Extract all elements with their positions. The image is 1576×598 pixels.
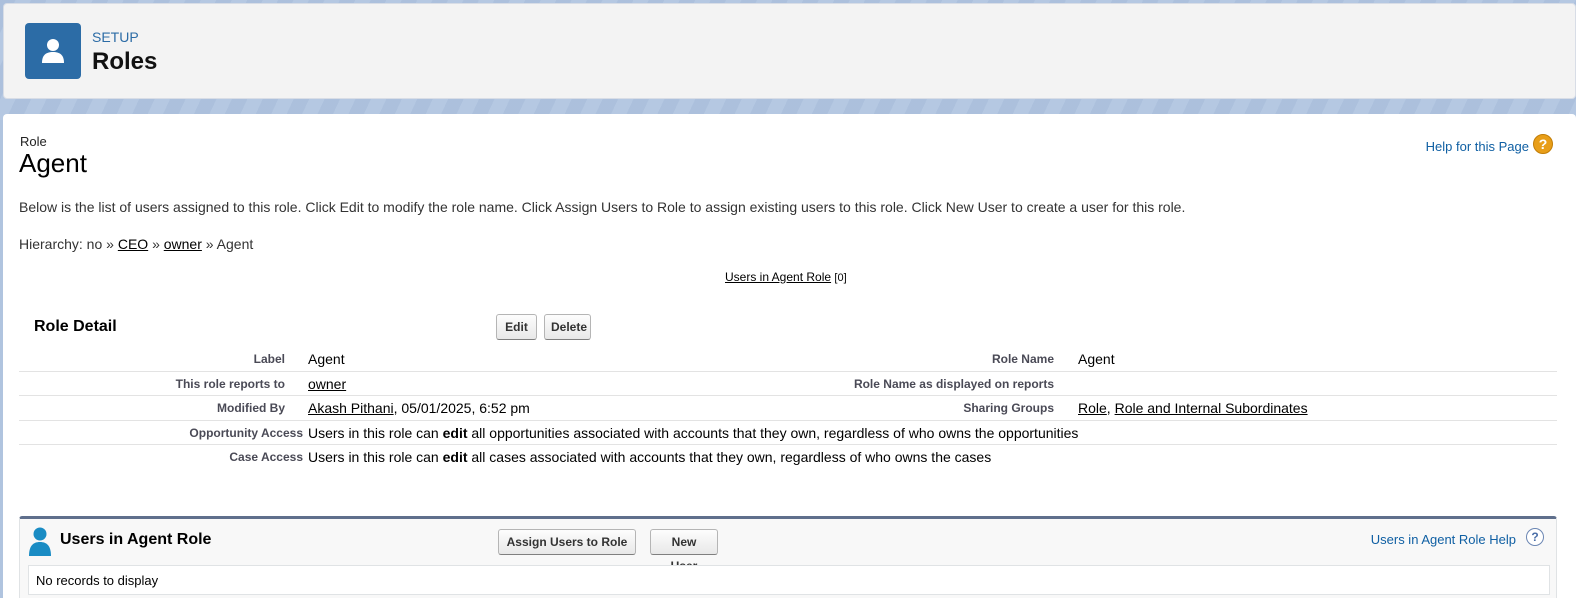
value-emphasis: edit (442, 424, 468, 441)
person-icon (29, 527, 51, 556)
setup-eyebrow[interactable]: SETUP (92, 29, 139, 45)
empty-state: No records to display (28, 565, 1550, 595)
reports-to-link[interactable]: owner (308, 376, 346, 392)
help-icon[interactable]: ? (1533, 134, 1553, 154)
field-label: This role reports to (175, 376, 285, 391)
hierarchy-prefix: Hierarchy: no » (19, 236, 114, 252)
related-list-help-link[interactable]: Users in Agent Role Help (1371, 532, 1516, 547)
field-value: Users in this role can edit all opportun… (308, 425, 1078, 441)
detail-row: This role reports to owner Role Name as … (19, 372, 1557, 396)
user-icon (25, 23, 81, 79)
detail-row: Opportunity Access Users in this role ca… (19, 421, 1557, 445)
value-text: all cases associated with accounts that … (471, 449, 992, 465)
value-emphasis: edit (442, 449, 468, 465)
value-text: Users in this role can (308, 449, 439, 465)
field-label: Role Name as displayed on reports (853, 376, 1054, 391)
detail-row: Label Agent Role Name Agent (19, 347, 1557, 372)
field-label: Opportunity Access (189, 425, 303, 440)
hierarchy-current: » Agent (205, 236, 254, 252)
help-for-page-link[interactable]: Help for this Page (1426, 139, 1529, 154)
field-value: owner (308, 376, 346, 392)
field-label: Case Access (229, 450, 303, 464)
field-value: Agent (1078, 351, 1115, 367)
related-list-links: Users in Agent Role [0] (725, 270, 847, 284)
section-title: Role Detail (34, 318, 117, 335)
value-text: Users in this role can (308, 424, 439, 441)
main-panel: Role Agent Help for this Page ? Below is… (3, 114, 1576, 598)
field-label: Label (253, 352, 285, 366)
delete-button[interactable]: Delete (544, 314, 591, 340)
modified-by-link[interactable]: Akash Pithani (308, 400, 394, 416)
field-value: Akash Pithani, 05/01/2025, 6:52 pm (308, 400, 530, 416)
related-list-title: Users in Agent Role (60, 531, 212, 548)
entity-name: Agent (19, 148, 87, 178)
setup-header: SETUP Roles (3, 3, 1576, 99)
entity-type: Role (20, 134, 47, 149)
value-text: all opportunities associated with accoun… (471, 424, 1079, 441)
modified-date: , 05/01/2025, 6:52 pm (393, 400, 530, 416)
field-value: Users in this role can edit all cases as… (308, 449, 991, 465)
field-value: Agent (308, 351, 345, 367)
field-label: Sharing Groups (963, 401, 1054, 415)
detail-row: Case Access Users in this role can edit … (19, 445, 1557, 470)
new-user-button[interactable]: New User (650, 529, 718, 573)
sharing-group-subordinates-link[interactable]: Role and Internal Subordinates (1115, 400, 1308, 416)
edit-button[interactable]: Edit (496, 314, 537, 340)
hierarchy-link-owner[interactable]: owner (164, 236, 202, 252)
related-count: [0] (834, 272, 847, 284)
users-in-role-link[interactable]: Users in Agent Role (725, 270, 831, 284)
hierarchy-separator: » (152, 236, 160, 252)
breadcrumb: Hierarchy: no » CEO » owner » Agent (19, 236, 253, 252)
assign-users-button[interactable]: Assign Users to Role (498, 529, 636, 555)
field-label: Modified By (217, 401, 285, 415)
field-value: Role, Role and Internal Subordinates (1078, 400, 1308, 416)
page-title: Roles (92, 48, 158, 75)
page-description: Below is the list of users assigned to t… (19, 199, 1186, 215)
hierarchy-link-ceo[interactable]: CEO (118, 236, 148, 252)
related-list-users: Users in Agent Role Assign Users to Role… (19, 516, 1557, 598)
detail-table: Label Agent Role Name Agent This role re… (19, 347, 1557, 470)
help-icon[interactable]: ? (1526, 528, 1544, 546)
field-label: Role Name (991, 352, 1054, 366)
detail-row: Modified By Akash Pithani, 05/01/2025, 6… (19, 396, 1557, 421)
sharing-group-role-link[interactable]: Role (1078, 400, 1107, 416)
